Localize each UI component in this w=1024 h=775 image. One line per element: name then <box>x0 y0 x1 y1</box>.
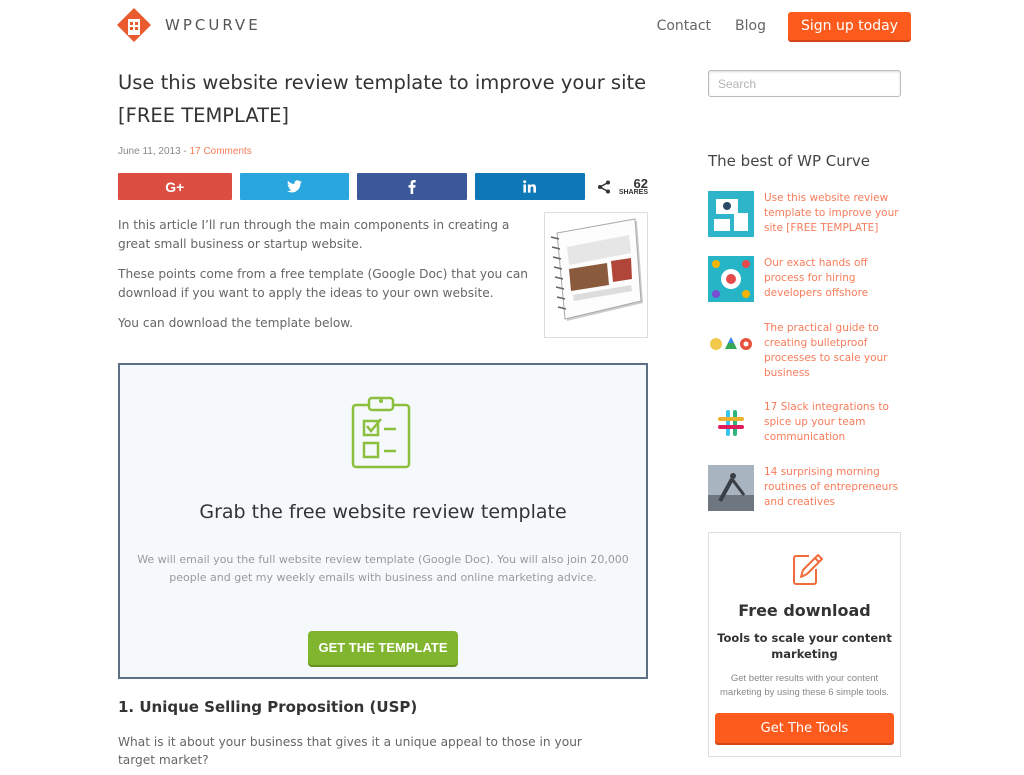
download-subtitle: Tools to scale your content marketing <box>717 631 892 661</box>
facebook-share-button[interactable] <box>357 173 468 200</box>
website-review-thumbnail <box>708 191 754 237</box>
list-item[interactable]: 17 Slack integrations to spice up your t… <box>708 400 901 446</box>
linkedin-share-button[interactable] <box>475 173 585 200</box>
signup-button[interactable]: Sign up today <box>787 12 911 40</box>
sidebar: The best of WP Curve Use this website re… <box>708 70 901 530</box>
twitter-icon <box>287 180 303 193</box>
list-item[interactable]: Use this website review template to impr… <box>708 191 901 237</box>
intro-paragraph: These points come from a free template (… <box>118 267 529 300</box>
free-download-box: Free download Tools to scale your conten… <box>708 532 901 757</box>
best-of-heading: The best of WP Curve <box>708 152 871 170</box>
post-link[interactable]: 17 Slack integrations to spice up your t… <box>764 400 901 446</box>
twitter-share-button[interactable] <box>239 173 350 200</box>
slack-icon <box>708 400 754 446</box>
hiring-developers-thumbnail <box>708 256 754 302</box>
share-count: 62 SHARES <box>597 175 649 196</box>
share-bar: G+ 62 SHARES <box>118 173 648 200</box>
brand-name: WPCURVE <box>165 16 261 34</box>
linkedin-icon <box>523 180 537 193</box>
search-input[interactable] <box>708 70 901 97</box>
intro-paragraph: In this article I’ll run through the mai… <box>118 218 510 251</box>
template-optin-box: Grab the free website review template We… <box>118 362 648 679</box>
article-intro: In this article I’ll run through the mai… <box>118 212 648 338</box>
list-item[interactable]: 14 surprising morning routines of entrep… <box>708 465 901 511</box>
intro-paragraph: You can download the template below. <box>118 316 354 330</box>
nav-blog-link[interactable]: Blog <box>735 18 766 34</box>
article-title: Use this website review template to impr… <box>118 71 647 127</box>
section-paragraph: What is it about your business that give… <box>118 734 582 767</box>
wpcurve-logo[interactable]: WPCURVE <box>117 8 261 42</box>
section-heading: 1. Unique Selling Proposition (USP) <box>118 697 418 716</box>
optin-description: We will email you the full website revie… <box>137 552 629 584</box>
optin-title: Grab the free website review template <box>199 500 567 523</box>
list-item[interactable]: Our exact hands off process for hiring d… <box>708 256 901 302</box>
list-item[interactable]: The practical guide to creating bulletpr… <box>708 321 901 381</box>
best-of-list: Use this website review template to impr… <box>708 191 901 511</box>
edit-document-icon <box>793 554 823 585</box>
google-plus-share-button[interactable]: G+ <box>118 173 232 200</box>
post-link[interactable]: The practical guide to creating bulletpr… <box>764 321 901 381</box>
post-meta: June 11, 2013 - 17 Comments <box>118 146 648 157</box>
post-date: June 11, 2013 <box>118 146 181 157</box>
processes-thumbnail <box>708 321 754 367</box>
download-title: Free download <box>738 601 871 620</box>
morning-routines-thumbnail <box>708 465 754 511</box>
get-template-button[interactable]: GET THE TEMPLATE <box>308 630 458 665</box>
share-icon <box>597 180 610 193</box>
share-count-label: SHARES <box>618 188 649 196</box>
post-link[interactable]: Use this website review template to impr… <box>764 191 901 237</box>
meta-separator: - <box>180 146 190 157</box>
template-thumbnail[interactable] <box>544 212 648 338</box>
logo-icon <box>117 8 151 42</box>
post-link[interactable]: 14 surprising morning routines of entrep… <box>764 465 901 511</box>
comments-link[interactable]: 17 Comments <box>190 146 252 157</box>
share-count-number: 62 <box>633 175 649 191</box>
top-nav: Contact Blog Sign up today <box>657 12 911 40</box>
article: Use this website review template to impr… <box>118 66 648 769</box>
clipboard-checklist-icon <box>351 396 411 468</box>
download-description: Get better results with your content mar… <box>720 673 889 698</box>
post-link[interactable]: Our exact hands off process for hiring d… <box>764 256 901 302</box>
template-document-image <box>550 218 643 321</box>
nav-contact-link[interactable]: Contact <box>657 18 711 34</box>
facebook-icon <box>408 179 416 194</box>
get-tools-button[interactable]: Get The Tools <box>715 713 894 743</box>
google-plus-icon: G+ <box>165 178 185 195</box>
